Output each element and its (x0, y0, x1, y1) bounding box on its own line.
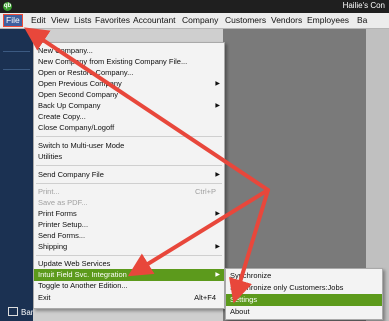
arrow-to-file-menu (24, 27, 270, 192)
annotation-arrows (24, 27, 270, 304)
